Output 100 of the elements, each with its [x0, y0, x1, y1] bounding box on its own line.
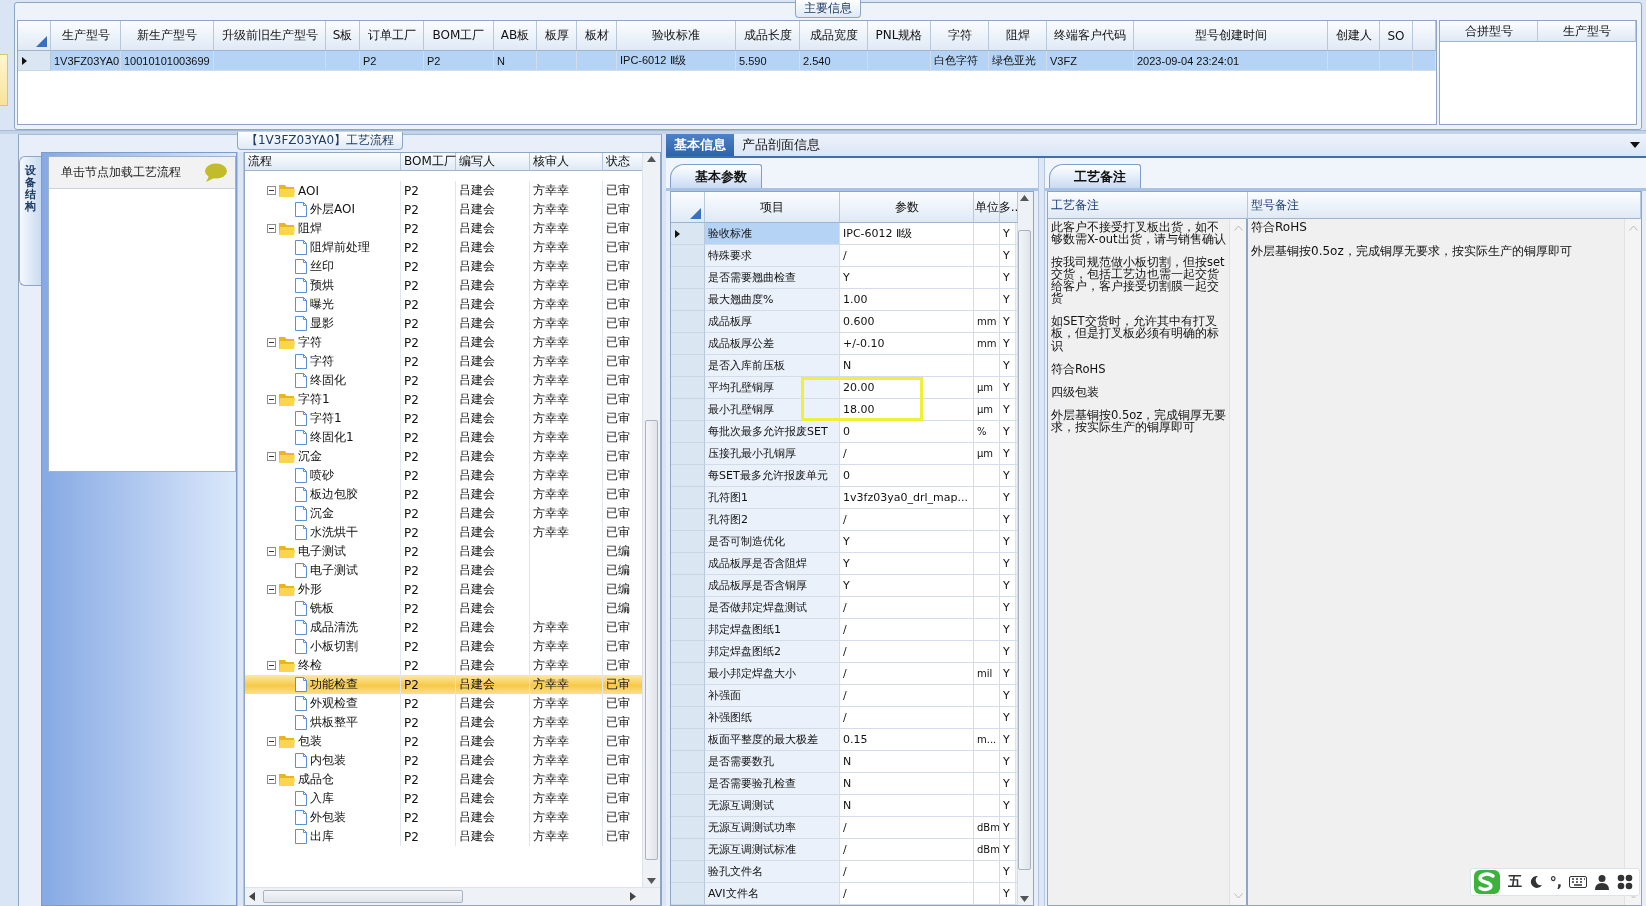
collapse-icon[interactable] — [267, 452, 276, 461]
parameter-row[interactable]: 成品板厚是否含阻焊 Y Y — [671, 553, 1015, 575]
column-header[interactable]: PNL规格 — [868, 21, 931, 51]
note-paragraph: 四级包装 — [1051, 385, 1100, 398]
collapse-icon[interactable] — [267, 547, 276, 556]
column-header[interactable]: SO — [1380, 21, 1413, 51]
column-header[interactable]: 编写人 — [456, 153, 530, 171]
tree-row[interactable]: 功能检查 P2 吕建会 方幸幸 已审 — [245, 675, 642, 694]
parameter-row[interactable]: 是否可制造优化 Y Y — [671, 531, 1015, 553]
scroll-down-icon[interactable] — [647, 878, 656, 884]
parameter-row[interactable]: 孔符图2 / Y — [671, 509, 1015, 531]
collapse-icon[interactable] — [267, 737, 276, 746]
parameter-row[interactable]: 成品板厚是否含铜厚 Y Y — [671, 575, 1015, 597]
column-header[interactable]: 终端客户代码 — [1047, 21, 1134, 51]
parameter-row[interactable]: 验孔文件名 / Y — [671, 861, 1015, 883]
column-header[interactable]: BOM工厂 — [424, 21, 494, 51]
person-icon[interactable] — [1594, 874, 1610, 890]
parameter-row[interactable]: 成品板厚 0.600 mm Y — [671, 311, 1015, 333]
column-header[interactable]: 型号备注 — [1248, 192, 1641, 219]
column-header[interactable]: 订单工厂 — [360, 21, 424, 51]
column-header[interactable]: 参数 — [840, 192, 974, 223]
punctuation-text[interactable]: °, — [1549, 874, 1562, 890]
column-header[interactable]: 单位 — [974, 192, 1000, 223]
collapse-icon[interactable] — [267, 395, 276, 404]
parameter-row[interactable]: 压接孔最小孔铜厚 / μm Y — [671, 443, 1015, 465]
parameter-row[interactable]: 验收标准 IPC-6012 Ⅱ级 Y — [671, 223, 1015, 245]
column-header[interactable]: 项目 — [705, 192, 840, 223]
column-header[interactable]: 工艺备注 — [1048, 192, 1248, 219]
parameter-row[interactable]: 最小邦定焊盘大小 / mil Y — [671, 663, 1015, 685]
scroll-up-icon[interactable] — [1020, 195, 1029, 201]
scroll-up-icon[interactable] — [647, 156, 656, 162]
collapse-icon[interactable] — [267, 186, 276, 195]
column-header[interactable]: AB板 — [494, 21, 537, 51]
parameter-name: 最大翘曲度% — [708, 292, 774, 307]
parameter-row[interactable]: 补强图纸 / Y — [671, 707, 1015, 729]
collapse-icon[interactable] — [267, 224, 276, 233]
column-header[interactable]: 验收标准 — [617, 21, 736, 51]
parameter-row[interactable]: 无源互调测试 N Y — [671, 795, 1015, 817]
column-header[interactable]: 字符 — [931, 21, 989, 51]
column-header[interactable]: 状态 — [603, 153, 643, 171]
scroll-right-icon[interactable] — [630, 892, 636, 901]
dropdown-caret-icon[interactable] — [1630, 142, 1640, 148]
column-header[interactable]: BOM工厂 — [401, 153, 456, 171]
parameter-row[interactable]: 特殊要求 / Y — [671, 245, 1015, 267]
table-row[interactable]: 1V3FZ03YA0 10010101003699 P2 P2 N IPC-6012 Ⅱ级 5.590 2.540 白色字符 绿色亚光 V3FZ 2023-09-04 23:24:01 — [18, 51, 1436, 71]
parameter-row[interactable]: 是否需要翘曲检查 Y Y — [671, 267, 1015, 289]
parameter-row[interactable]: 最大翘曲度% 1.00 Y — [671, 289, 1015, 311]
input-mode-text[interactable]: 五 — [1507, 873, 1522, 891]
parameter-row[interactable]: 是否入库前压板 N Y — [671, 355, 1015, 377]
column-header[interactable]: 新生产型号 — [121, 21, 214, 51]
collapse-icon[interactable] — [267, 661, 276, 670]
parameter-row[interactable]: 每批次最多允许报废SET 0 % Y — [671, 421, 1015, 443]
collapse-icon[interactable] — [267, 585, 276, 594]
column-header[interactable]: 生产型号 — [51, 21, 121, 51]
parameter-row[interactable]: 补强面 / Y — [671, 685, 1015, 707]
parameter-row[interactable]: 邦定焊盘图纸1 / Y — [671, 619, 1015, 641]
parameter-row[interactable]: 最小孔壁铜厚 18.00 μm Y — [671, 399, 1015, 421]
parameter-row[interactable]: 是否做邦定焊盘测试 / Y — [671, 597, 1015, 619]
parameter-row[interactable]: 平均孔壁铜厚 20.00 μm Y — [671, 377, 1015, 399]
parameter-value: / — [843, 447, 847, 460]
column-header[interactable]: 阻焊 — [989, 21, 1047, 51]
parameter-row[interactable]: 是否需要数孔 N Y — [671, 751, 1015, 773]
sub-tab[interactable]: 工艺备注 — [1049, 164, 1141, 188]
scroll-left-icon[interactable] — [249, 892, 255, 901]
column-header[interactable]: 升级前旧生产型号 — [214, 21, 326, 51]
vertical-scrollbar[interactable] — [642, 153, 660, 887]
parameter-row[interactable]: AVI文件名 / Y — [671, 883, 1015, 905]
column-header[interactable]: 型号创建时间 — [1134, 21, 1328, 51]
horizontal-scrollbar[interactable] — [245, 887, 660, 905]
parameter-row[interactable]: 孔符图1 1v3fz03ya0_drl_map... Y — [671, 487, 1015, 509]
tab[interactable]: 基本信息 — [666, 134, 734, 156]
column-header[interactable]: 创建人 — [1328, 21, 1380, 51]
column-header[interactable]: 板材 — [577, 21, 617, 51]
input-logo-icon[interactable] — [1472, 869, 1501, 895]
parameter-row[interactable]: 邦定焊盘图纸2 / Y — [671, 641, 1015, 663]
column-header[interactable]: 流程 — [245, 153, 401, 171]
column-header[interactable]: 成品长度 — [736, 21, 800, 51]
parameter-row[interactable]: 是否需要验孔检查 N Y — [671, 773, 1015, 795]
column-header[interactable]: 板厚 — [537, 21, 577, 51]
parameter-row[interactable]: 每SET最多允许报废单元 0 Y — [671, 465, 1015, 487]
side-tab[interactable]: 设备结构 — [19, 156, 41, 286]
column-header[interactable]: 合拼型号 — [1440, 21, 1538, 42]
column-header[interactable]: 多.. — [1000, 192, 1018, 223]
grid-icon[interactable] — [1617, 874, 1633, 890]
moon-icon[interactable] — [1528, 875, 1543, 889]
column-header[interactable]: 生产型号 — [1538, 21, 1636, 42]
column-header[interactable]: 成品宽度 — [800, 21, 868, 51]
keyboard-icon[interactable] — [1569, 876, 1587, 888]
sub-tab[interactable]: 基本参数 — [670, 164, 762, 188]
parameter-row[interactable]: 成品板厚公差 +/-0.10 mm Y — [671, 333, 1015, 355]
collapse-icon[interactable] — [267, 775, 276, 784]
column-header[interactable]: 核审人 — [530, 153, 603, 171]
column-header[interactable]: S板 — [326, 21, 360, 51]
collapse-icon[interactable] — [267, 338, 276, 347]
parameter-row[interactable]: 无源互调测试标准 / dBm Y — [671, 839, 1015, 861]
parameter-name: 邦定焊盘图纸2 — [708, 644, 781, 659]
parameter-row[interactable]: 无源互调测试功率 / dBm Y — [671, 817, 1015, 839]
scroll-down-icon[interactable] — [1020, 896, 1029, 902]
tab[interactable]: 产品剖面信息 — [734, 134, 828, 156]
parameter-row[interactable]: 板面平整度的最大极差 0.15 m... Y — [671, 729, 1015, 751]
